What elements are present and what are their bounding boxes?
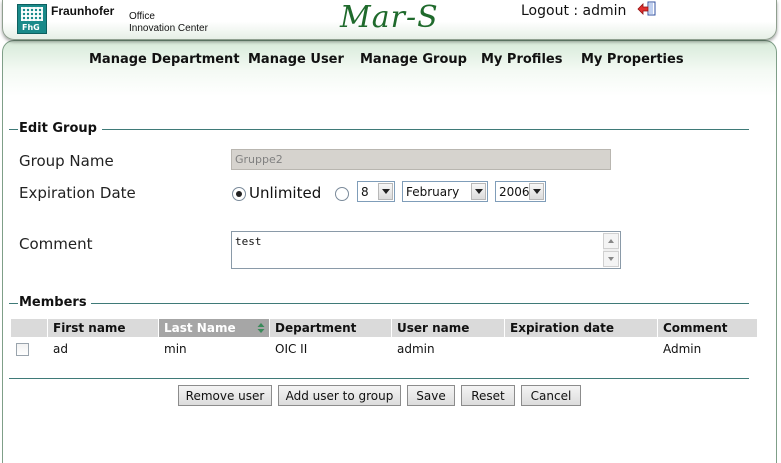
remove-user-button[interactable]: Remove user	[178, 385, 272, 406]
nav-manage-group[interactable]: Manage Group	[360, 52, 467, 67]
year-select-value: 2006	[499, 185, 530, 199]
members-legend: Members	[18, 295, 88, 310]
table-header-user-name-label: User name	[397, 321, 470, 335]
logo-text: FhG	[22, 23, 40, 32]
unlimited-radio-label[interactable]: Unlimited	[249, 184, 321, 202]
members-rule-left	[9, 303, 18, 304]
logout-link[interactable]: Logout : admin	[521, 3, 626, 19]
comment-textarea[interactable]: test	[231, 231, 621, 269]
table-header-department[interactable]: Department	[270, 319, 391, 337]
nav-manage-department[interactable]: Manage Department	[89, 52, 240, 67]
group-name-input[interactable]: Gruppe2	[231, 149, 611, 170]
nav-my-profiles[interactable]: My Profiles	[481, 52, 562, 67]
cell-department: OIC II	[275, 342, 308, 356]
logout-icon[interactable]	[637, 1, 657, 17]
reset-button[interactable]: Reset	[461, 385, 515, 406]
table-header-department-label: Department	[275, 321, 357, 335]
nav-manage-user[interactable]: Manage User	[248, 52, 344, 67]
scroll-up-icon[interactable]	[603, 233, 619, 249]
month-select[interactable]: February	[402, 181, 488, 202]
comment-value: test	[235, 235, 262, 248]
members-rule	[91, 303, 749, 304]
group-name-label: Group Name	[19, 152, 114, 170]
textarea-scrollbar[interactable]	[603, 233, 619, 267]
row-select-checkbox[interactable]	[16, 343, 29, 356]
fieldset-rule-left	[9, 129, 18, 130]
table-header-select	[11, 319, 47, 337]
table-header-comment[interactable]: Comment	[658, 319, 757, 337]
brand-name: Fraunhofer	[51, 4, 115, 18]
table-header-first-name[interactable]: First name	[48, 319, 158, 337]
app-title: Mar-S	[340, 0, 439, 35]
brand-subtitle-office: Office	[129, 11, 155, 22]
unlimited-radio[interactable]	[232, 187, 246, 201]
add-user-to-group-button[interactable]: Add user to group	[278, 385, 401, 406]
year-select[interactable]: 2006	[495, 181, 546, 202]
cancel-button[interactable]: Cancel	[521, 385, 581, 406]
save-button[interactable]: Save	[407, 385, 455, 406]
cell-first-name: ad	[53, 342, 68, 356]
members-bottom-rule	[9, 378, 749, 379]
expiration-date-label: Expiration Date	[19, 184, 136, 202]
day-select-value: 8	[361, 185, 369, 199]
cell-comment: Admin	[663, 342, 702, 356]
day-select[interactable]: 8	[357, 181, 395, 202]
sort-icon	[257, 323, 265, 333]
chevron-down-icon	[529, 183, 544, 200]
edit-group-legend: Edit Group	[18, 121, 98, 136]
chevron-down-icon	[471, 183, 486, 200]
table-header-comment-label: Comment	[663, 321, 728, 335]
cell-user-name: admin	[397, 342, 435, 356]
table-header-last-name[interactable]: Last Name	[159, 319, 269, 337]
table-header-expiration-date-label: Expiration date	[510, 321, 615, 335]
comment-label: Comment	[19, 235, 93, 253]
scroll-down-icon[interactable]	[603, 251, 619, 267]
fieldset-rule	[102, 129, 749, 130]
table-header-first-name-label: First name	[53, 321, 126, 335]
group-name-value: Gruppe2	[235, 153, 283, 166]
nav-my-properties[interactable]: My Properties	[581, 52, 684, 67]
month-select-value: February	[406, 185, 460, 199]
table-header-last-name-label: Last Name	[164, 321, 236, 335]
table-header-expiration-date[interactable]: Expiration date	[505, 319, 657, 337]
brand-subtitle-center: Innovation Center	[129, 23, 208, 34]
date-radio[interactable]	[335, 187, 349, 201]
table-header-user-name[interactable]: User name	[392, 319, 504, 337]
main-nav: Manage Department Manage User Manage Gro…	[0, 52, 781, 70]
chevron-down-icon	[378, 183, 393, 200]
cell-last-name: min	[164, 342, 187, 356]
app-header: FhG Fraunhofer Office Innovation Center …	[2, 0, 777, 40]
fraunhofer-logo: FhG	[17, 4, 47, 34]
